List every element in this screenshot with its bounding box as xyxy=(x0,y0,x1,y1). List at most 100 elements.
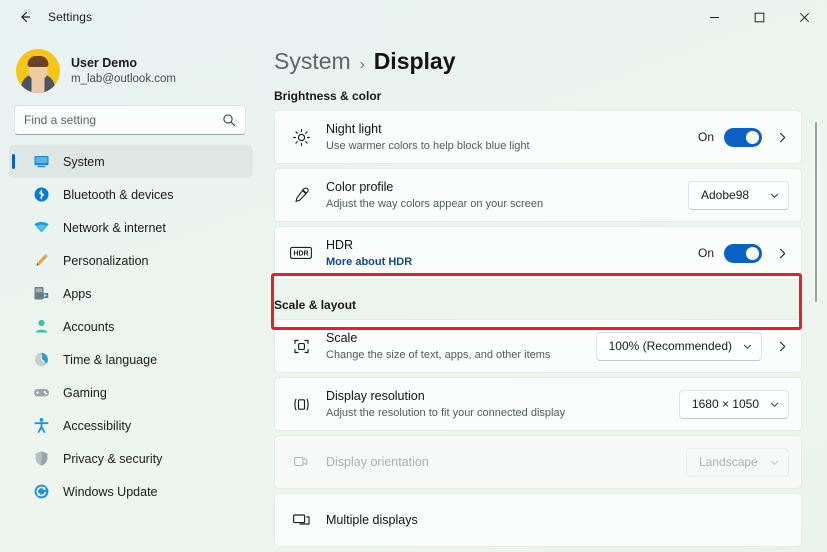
sidebar-nav: System Bluetooth & devices Network & int… xyxy=(0,145,262,508)
sidebar-item-accessibility[interactable]: Accessibility xyxy=(9,409,253,442)
sidebar-item-label: Privacy & security xyxy=(63,451,163,466)
sidebar: User Demo m_lab@outlook.com Find a setti… xyxy=(0,34,262,552)
clock-icon xyxy=(32,351,50,369)
sidebar-item-label: Personalization xyxy=(63,253,149,268)
setting-row-multiple-displays[interactable]: Multiple displays xyxy=(274,493,802,547)
scale-dropdown[interactable]: 100% (Recommended) xyxy=(595,331,762,361)
page-title: Display xyxy=(373,48,456,74)
monitor-icon xyxy=(32,153,50,171)
breadcrumb: System › Display xyxy=(262,34,827,75)
vertical-scrollbar[interactable] xyxy=(815,122,817,302)
color-profile-dropdown[interactable]: Adobe98 xyxy=(688,180,789,210)
svg-text:HDR: HDR xyxy=(293,251,308,258)
search-box[interactable] xyxy=(14,105,246,135)
bluetooth-icon xyxy=(32,186,50,204)
sidebar-item-label: Bluetooth & devices xyxy=(63,187,174,202)
profile-email: m_lab@outlook.com xyxy=(71,73,176,86)
toggle-state-label: On xyxy=(697,246,714,260)
chevron-down-icon xyxy=(769,457,780,468)
sidebar-item-time-language[interactable]: Time & language xyxy=(9,343,253,376)
sidebar-item-windows-update[interactable]: Windows Update xyxy=(9,475,253,508)
orientation-icon xyxy=(288,449,314,475)
setting-row-hdr[interactable]: HDR HDR More about HDR On xyxy=(274,226,802,280)
sidebar-item-label: Apps xyxy=(63,286,92,301)
setting-title: Color profile xyxy=(326,179,394,194)
setting-title: HDR xyxy=(326,237,354,252)
setting-title: Display resolution xyxy=(326,388,425,403)
main-content: System › Display Brightness & color Nigh… xyxy=(262,34,827,552)
settings-window: Settings User Demo m_lab@outlook.com Fin… xyxy=(0,0,827,552)
hdr-toggle[interactable] xyxy=(724,243,762,263)
wifi-icon xyxy=(32,219,50,237)
resolution-icon xyxy=(288,391,314,417)
display-orientation-dropdown: Landscape xyxy=(686,447,789,477)
accessibility-icon xyxy=(32,417,50,435)
display-resolution-dropdown[interactable]: 1680 × 1050 xyxy=(678,389,789,419)
chevron-down-icon xyxy=(769,399,780,410)
close-button[interactable] xyxy=(782,0,827,34)
more-about-hdr-link[interactable]: More about HDR xyxy=(326,255,698,269)
sidebar-item-personalization[interactable]: Personalization xyxy=(9,244,253,277)
setting-title: Night light xyxy=(326,121,382,136)
chevron-right-icon[interactable] xyxy=(776,131,789,144)
hdr-icon: HDR xyxy=(288,240,314,266)
section-heading-brightness-color: Brightness & color xyxy=(274,89,382,103)
toggle-state-label: On xyxy=(697,130,714,144)
sidebar-item-label: Accounts xyxy=(63,319,115,334)
profile-name: User Demo xyxy=(71,55,137,70)
chevron-right-icon[interactable] xyxy=(776,247,789,260)
section-heading-scale-layout: Scale & layout xyxy=(274,298,357,312)
breadcrumb-parent[interactable]: System xyxy=(274,48,351,75)
sidebar-item-gaming[interactable]: Gaming xyxy=(9,376,253,409)
account-icon xyxy=(32,318,50,336)
sidebar-item-label: Accessibility xyxy=(63,418,132,433)
setting-subtitle: Adjust the resolution to fit your connec… xyxy=(326,406,566,419)
scale-icon xyxy=(288,333,314,359)
shield-icon xyxy=(32,450,50,468)
maximize-button[interactable] xyxy=(737,0,782,34)
dropdown-value: 100% (Recommended) xyxy=(608,339,732,353)
setting-row-night-light[interactable]: Night light Use warmer colors to help bl… xyxy=(274,110,802,164)
search-icon xyxy=(222,113,236,127)
search-input[interactable] xyxy=(24,113,222,127)
dropdown-value: 1680 × 1050 xyxy=(691,397,759,411)
sidebar-item-accounts[interactable]: Accounts xyxy=(9,310,253,343)
chevron-right-icon[interactable] xyxy=(776,340,789,353)
setting-row-display-resolution[interactable]: Display resolution Adjust the resolution… xyxy=(274,377,802,431)
sidebar-item-label: Gaming xyxy=(63,385,107,400)
sidebar-item-label: Time & language xyxy=(63,352,158,367)
night-light-toggle[interactable] xyxy=(724,127,762,147)
sidebar-item-privacy-security[interactable]: Privacy & security xyxy=(9,442,253,475)
brightness-color-cards: Night light Use warmer colors to help bl… xyxy=(262,110,827,280)
multiple-displays-icon xyxy=(288,507,314,533)
setting-row-color-profile[interactable]: Color profile Adjust the way colors appe… xyxy=(274,168,802,222)
setting-title: Multiple displays xyxy=(326,513,418,527)
back-button[interactable] xyxy=(8,2,42,32)
setting-title: Scale xyxy=(326,330,358,345)
update-icon xyxy=(32,483,50,501)
gamepad-icon xyxy=(32,384,50,402)
setting-title: Display orientation xyxy=(326,455,429,469)
sidebar-item-label: System xyxy=(63,154,105,169)
brush-icon xyxy=(32,252,50,270)
sidebar-item-system[interactable]: System xyxy=(9,145,253,178)
apps-icon xyxy=(32,285,50,303)
dropdown-value: Landscape xyxy=(699,455,758,469)
window-title: Settings xyxy=(48,10,93,24)
setting-subtitle: Change the size of text, apps, and other… xyxy=(326,348,551,361)
setting-subtitle: Use warmer colors to help block blue lig… xyxy=(326,139,530,152)
sidebar-item-bluetooth-devices[interactable]: Bluetooth & devices xyxy=(9,178,253,211)
scale-layout-cards: Scale Change the size of text, apps, and… xyxy=(262,319,827,547)
setting-row-display-orientation: Display orientation Landscape xyxy=(274,435,802,489)
eyedropper-icon xyxy=(288,182,314,208)
sidebar-item-label: Network & internet xyxy=(63,220,166,235)
chevron-down-icon xyxy=(769,190,780,201)
minimize-button[interactable] xyxy=(692,0,737,34)
setting-subtitle: Adjust the way colors appear on your scr… xyxy=(326,197,544,210)
sidebar-item-label: Windows Update xyxy=(63,484,158,499)
sidebar-item-apps[interactable]: Apps xyxy=(9,277,253,310)
sidebar-item-network-internet[interactable]: Network & internet xyxy=(9,211,253,244)
user-profile[interactable]: User Demo m_lab@outlook.com xyxy=(0,34,262,96)
brightness-icon xyxy=(288,124,314,150)
setting-row-scale[interactable]: Scale Change the size of text, apps, and… xyxy=(274,319,802,373)
